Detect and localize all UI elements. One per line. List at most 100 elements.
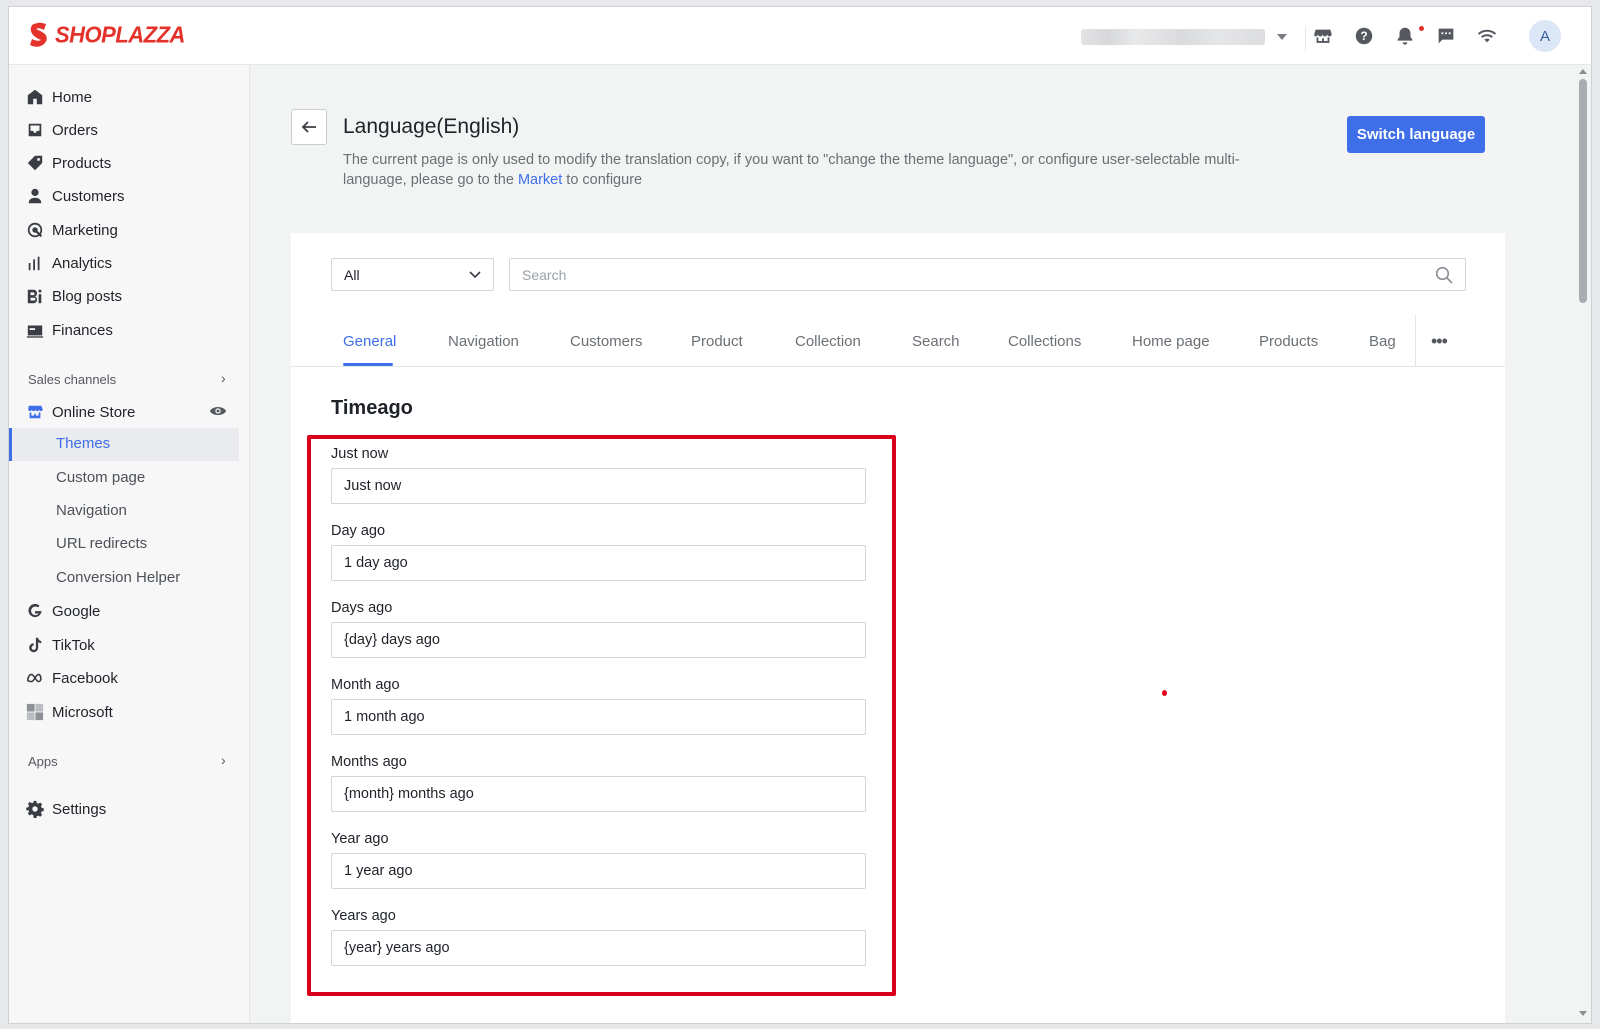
tab-products[interactable]: Products (1259, 333, 1318, 350)
switch-language-button[interactable]: Switch language (1347, 116, 1485, 153)
sidebar-item-products[interactable]: Products (9, 148, 239, 178)
tab-collection[interactable]: Collection (795, 333, 861, 350)
field-label-month-ago: Month ago (331, 677, 400, 693)
month-ago-input[interactable] (331, 699, 866, 735)
sidebar-subitem-navigation[interactable]: Navigation (56, 502, 127, 519)
store-icon[interactable] (1312, 25, 1334, 47)
google-icon (26, 602, 44, 620)
top-bar: SHOPLAZZA ? A (9, 7, 1591, 65)
sidebar-subitem-url-redirects[interactable]: URL redirects (56, 535, 147, 552)
sidebar-item-home[interactable]: Home (9, 82, 239, 112)
bell-icon[interactable] (1394, 25, 1416, 47)
arrow-left-icon (301, 121, 316, 133)
tab-general[interactable]: General (343, 333, 396, 350)
field-label-years-ago: Years ago (331, 908, 396, 924)
shoplazza-logo-icon (30, 22, 47, 47)
shoplazza-logo[interactable]: SHOPLAZZA (27, 21, 185, 49)
chevron-down-icon (469, 270, 481, 278)
field-label-day-ago: Day ago (331, 523, 386, 539)
eye-icon[interactable] (209, 404, 227, 418)
search-input[interactable] (522, 266, 1402, 283)
sidebar: Home Orders Products Customers Marketing… (9, 65, 250, 1023)
tab-customers[interactable]: Customers (570, 333, 643, 350)
page-title: Language(English) (343, 115, 520, 138)
avatar[interactable]: A (1529, 20, 1561, 52)
sidebar-item-label: Blog posts (52, 287, 123, 305)
search-icon[interactable] (1435, 266, 1453, 284)
store-name-blurred (1081, 29, 1265, 45)
scroll-down-arrow[interactable] (1579, 1011, 1587, 1016)
store-selector[interactable] (1081, 29, 1287, 45)
tag-icon (26, 154, 44, 172)
gear-icon (26, 800, 44, 818)
person-icon (26, 187, 44, 205)
wifi-icon[interactable] (1476, 25, 1498, 47)
sidebar-item-online-store[interactable]: Online Store (9, 397, 239, 427)
search-box[interactable] (509, 258, 1466, 291)
sidebar-item-label: Customers (52, 187, 125, 205)
sidebar-item-google[interactable]: Google (9, 596, 239, 626)
topbar-divider (1305, 27, 1306, 51)
days-ago-input[interactable] (331, 622, 866, 658)
just-now-input[interactable] (331, 468, 866, 504)
sidebar-item-label: Settings (52, 800, 107, 818)
day-ago-input[interactable] (331, 545, 866, 581)
avatar-letter: A (1539, 27, 1550, 45)
online-store-icon (26, 403, 44, 421)
apps-label: Apps (28, 754, 58, 769)
svg-text:?: ? (1360, 29, 1367, 43)
sidebar-item-customers[interactable]: Customers (9, 181, 239, 211)
tab-collections[interactable]: Collections (1008, 333, 1081, 350)
notification-dot (1419, 26, 1424, 31)
market-link[interactable]: Market (518, 172, 562, 188)
back-button[interactable] (291, 109, 327, 145)
tab-navigation[interactable]: Navigation (448, 333, 519, 350)
scrollbar-thumb[interactable] (1579, 79, 1587, 303)
filter-select[interactable]: All (331, 258, 494, 291)
sidebar-subitem-themes[interactable]: Themes (56, 435, 110, 452)
description-text-end: to configure (562, 172, 643, 188)
tab-bag[interactable]: Bag (1369, 333, 1396, 350)
sidebar-item-marketing[interactable]: Marketing (9, 215, 239, 245)
sidebar-subitem-custom-page[interactable]: Custom page (56, 469, 145, 486)
tab-product[interactable]: Product (691, 333, 743, 350)
sidebar-item-microsoft[interactable]: Microsoft (9, 697, 239, 727)
sidebar-item-label: Microsoft (52, 703, 113, 721)
scroll-up-arrow[interactable] (1579, 69, 1587, 74)
microsoft-icon (26, 703, 44, 721)
brand-name: SHOPLAZZA (55, 21, 185, 48)
tab-search[interactable]: Search (912, 333, 960, 350)
tab-bar: General Navigation Customers Product Col… (291, 315, 1505, 367)
more-tabs-icon[interactable]: ••• (1431, 331, 1451, 352)
sidebar-item-tiktok[interactable]: TikTok (9, 630, 239, 660)
filter-selected-value: All (344, 266, 360, 283)
tab-home-page[interactable]: Home page (1132, 333, 1210, 350)
sidebar-item-label: Facebook (52, 669, 118, 687)
chevron-right-icon[interactable]: › (221, 370, 226, 386)
chat-icon[interactable] (1435, 25, 1457, 47)
sidebar-item-analytics[interactable]: Analytics (9, 248, 239, 278)
sidebar-item-orders[interactable]: Orders (9, 115, 239, 145)
sidebar-item-finances[interactable]: Finances (9, 315, 239, 345)
sidebar-subitem-conversion-helper[interactable]: Conversion Helper (56, 569, 180, 586)
sidebar-item-facebook[interactable]: Facebook (9, 663, 239, 693)
chevron-down-icon (1277, 34, 1287, 40)
active-tab-indicator (343, 363, 393, 366)
section-title: Timeago (331, 397, 413, 419)
themes-active-indicator (9, 428, 239, 461)
marketing-icon (26, 221, 44, 239)
sidebar-item-settings[interactable]: Settings (9, 794, 239, 824)
sidebar-item-label: Analytics (52, 254, 113, 272)
meta-icon (26, 669, 44, 687)
app-window: SHOPLAZZA ? A Home Orders Products Custo… (8, 6, 1592, 1024)
bar-chart-icon (26, 254, 44, 272)
year-ago-input[interactable] (331, 853, 866, 889)
months-ago-input[interactable] (331, 776, 866, 812)
page-description: The current page is only used to modify … (343, 150, 1303, 190)
help-icon[interactable]: ? (1353, 25, 1375, 47)
finance-icon (26, 321, 44, 339)
sidebar-item-blog-posts[interactable]: Blog posts (9, 281, 239, 311)
chevron-right-icon[interactable]: › (221, 752, 226, 768)
home-icon (26, 88, 44, 106)
years-ago-input[interactable] (331, 930, 866, 966)
